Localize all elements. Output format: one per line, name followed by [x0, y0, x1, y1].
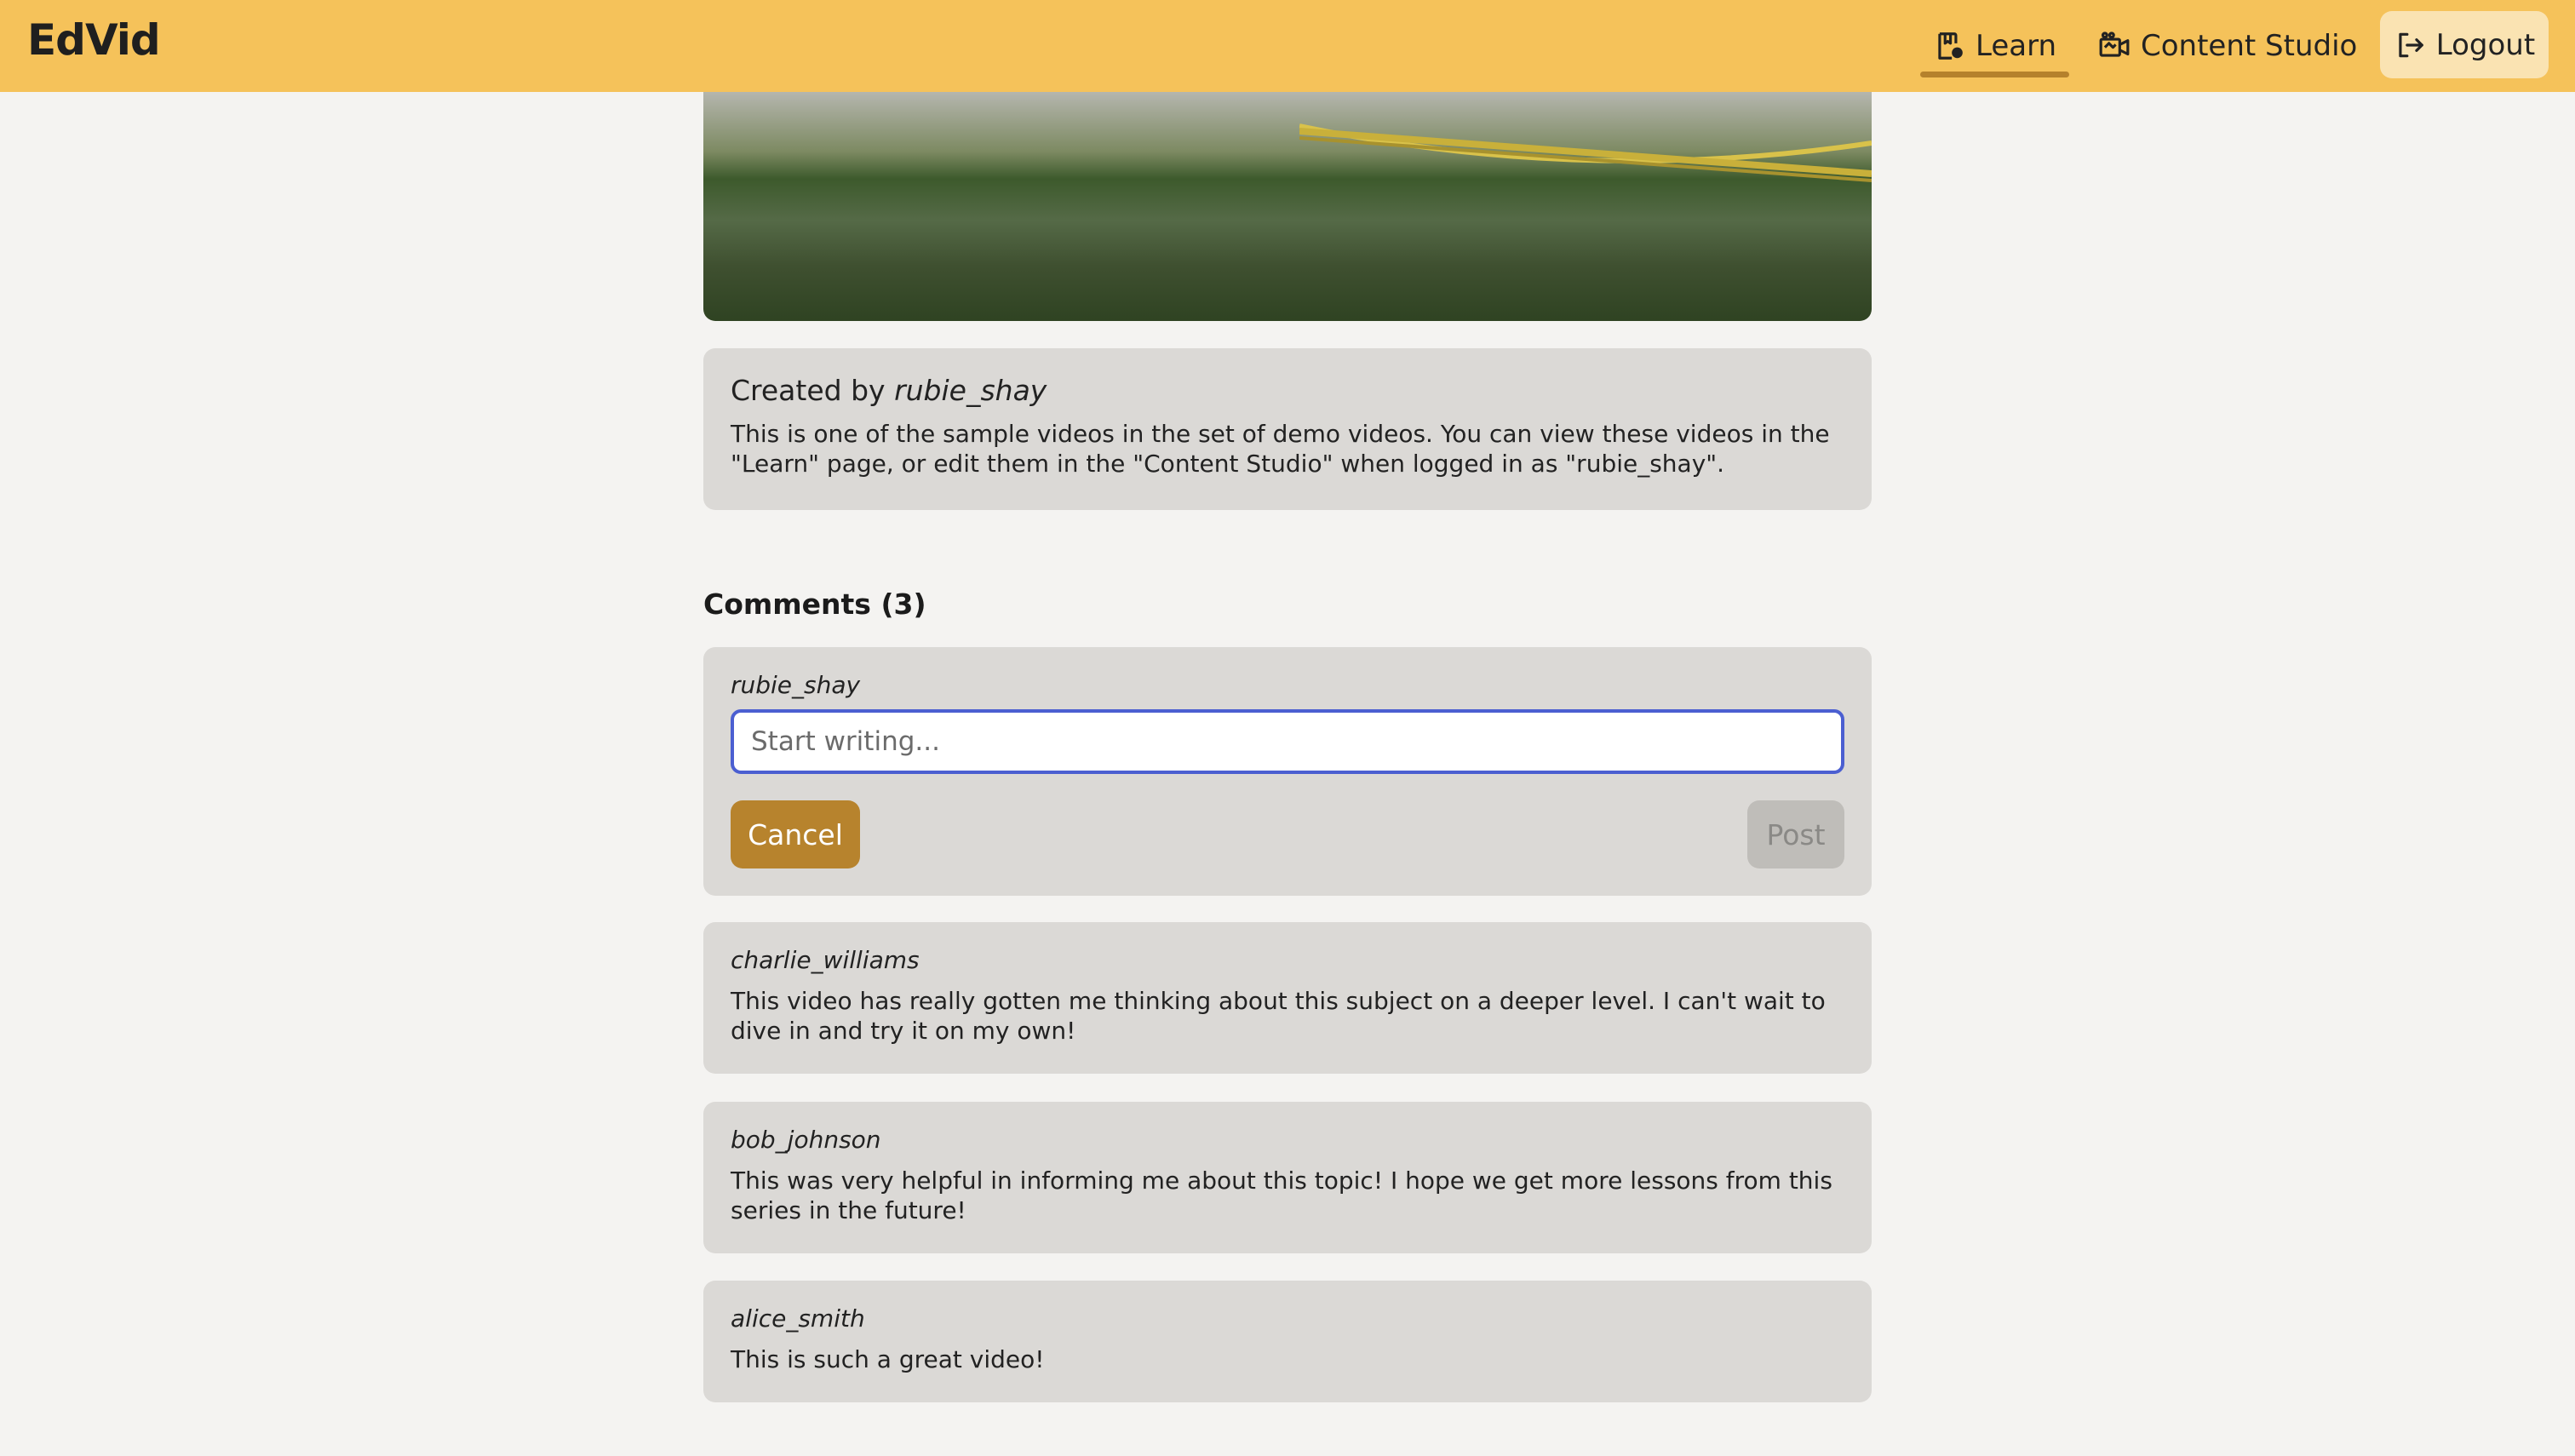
creator-line: Created by rubie_shay — [731, 374, 1844, 407]
comment-item: alice_smith This is such a great video! — [703, 1281, 1872, 1402]
logout-icon — [2394, 29, 2426, 61]
comment-text: This was very helpful in informing me ab… — [731, 1167, 1832, 1224]
comment-text: This is such a great video! — [731, 1345, 1045, 1373]
comment-item: bob_johnson This was very helpful in inf… — [703, 1102, 1872, 1253]
video-player[interactable] — [703, 92, 1872, 321]
nav-learn-label: Learn — [1976, 29, 2057, 63]
nav-learn-link[interactable]: Learn — [1920, 0, 2070, 92]
nav-content-studio-label: Content Studio — [2141, 29, 2358, 63]
comment-composer: rubie_shay Cancel Post — [703, 647, 1872, 896]
logout-button[interactable]: Logout — [2380, 11, 2549, 78]
video-info-card: Created by rubie_shay This is one of the… — [703, 348, 1872, 510]
created-by-prefix: Created by — [731, 374, 895, 407]
post-button[interactable]: Post — [1747, 800, 1844, 868]
comment-input[interactable] — [731, 709, 1844, 774]
video-camera-icon — [2098, 30, 2131, 62]
top-nav-bar: EdVid Learn Content Studio Logout — [0, 0, 2575, 92]
video-description: This is one of the sample videos in the … — [731, 420, 1830, 478]
comment-text: This video has really gotten me thinking… — [731, 987, 1826, 1045]
book-icon — [1933, 30, 1965, 62]
brand-logo[interactable]: EdVid — [27, 15, 161, 65]
comment-author: bob_johnson — [731, 1126, 881, 1154]
comments-heading: Comments (3) — [703, 588, 926, 621]
comment-author: alice_smith — [731, 1304, 865, 1333]
nav-content-studio-link[interactable]: Content Studio — [2098, 0, 2357, 92]
video-frame-bridge — [1299, 123, 1872, 182]
logout-label: Logout — [2435, 27, 2536, 62]
active-tab-indicator — [1920, 72, 2070, 77]
cancel-button[interactable]: Cancel — [731, 800, 860, 868]
composer-username: rubie_shay — [731, 671, 861, 699]
comment-item: charlie_williams This video has really g… — [703, 922, 1872, 1074]
creator-name: rubie_shay — [894, 374, 1047, 407]
comment-author: charlie_williams — [731, 946, 920, 974]
